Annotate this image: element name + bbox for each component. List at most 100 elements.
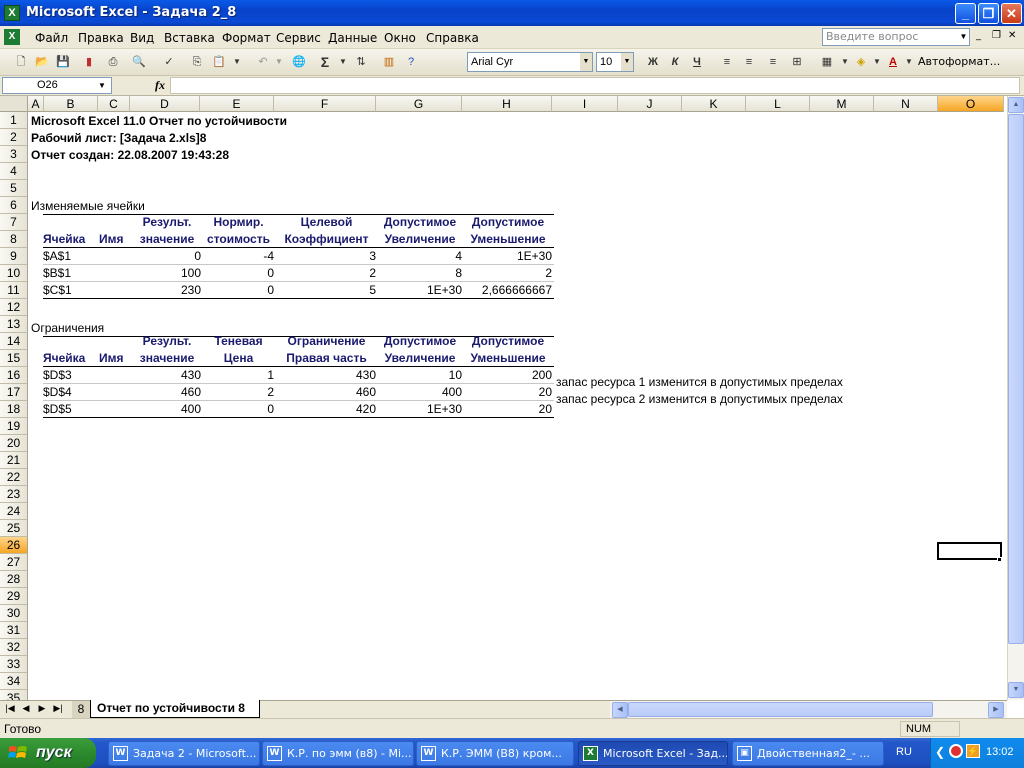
column-header-o[interactable]: O	[938, 96, 1004, 112]
scroll-up-icon[interactable]: ▲	[1008, 97, 1024, 113]
table-cell[interactable]: 0	[203, 401, 274, 418]
menu-help[interactable]: Справка	[426, 31, 479, 45]
row-header[interactable]: 25	[0, 520, 28, 537]
row-header[interactable]: 14	[0, 333, 28, 350]
table-cell[interactable]: 2	[464, 265, 552, 282]
menu-view[interactable]: Вид	[130, 31, 154, 45]
row-header[interactable]: 26	[0, 537, 28, 554]
table-cell[interactable]	[99, 384, 131, 401]
menu-data[interactable]: Данные	[328, 31, 377, 45]
row-header[interactable]: 31	[0, 622, 28, 639]
table-cell[interactable]: 420	[277, 401, 376, 418]
table-cell[interactable]: -4	[203, 248, 274, 265]
doc-minimize-icon[interactable]: _	[976, 30, 981, 41]
row-header[interactable]: 20	[0, 435, 28, 452]
table-cell[interactable]	[99, 248, 131, 265]
table-cell[interactable]	[99, 401, 131, 418]
scroll-thumb[interactable]	[1008, 114, 1024, 644]
borders-icon[interactable]: ▦	[818, 53, 836, 71]
last-sheet-icon[interactable]: ▶|	[52, 703, 64, 714]
sheet-tab[interactable]: 8	[72, 701, 90, 718]
table-cell[interactable]: $D$3	[43, 367, 97, 384]
table-cell[interactable]: 8	[378, 265, 462, 282]
table-cell[interactable]: $C$1	[43, 282, 97, 299]
row-header[interactable]: 9	[0, 248, 28, 265]
table-cell[interactable]: $B$1	[43, 265, 97, 282]
scroll-left-icon[interactable]: ◀	[612, 702, 628, 718]
column-header-m[interactable]: M	[810, 96, 874, 112]
workbook-icon[interactable]: X	[4, 29, 20, 45]
chevron-down-icon[interactable]: ▼	[958, 29, 969, 45]
table-cell[interactable]: 0	[133, 248, 201, 265]
table-cell[interactable]: 2	[203, 384, 274, 401]
menu-window[interactable]: Окно	[384, 31, 416, 45]
print-preview-icon[interactable]: 🔍	[130, 53, 148, 71]
menu-insert[interactable]: Вставка	[164, 31, 215, 45]
row-header[interactable]: 7	[0, 214, 28, 231]
table-cell[interactable]: 430	[277, 367, 376, 384]
row-header[interactable]: 28	[0, 571, 28, 588]
row-header[interactable]: 6	[0, 197, 28, 214]
row-header[interactable]: 19	[0, 418, 28, 435]
align-left-icon[interactable]: ≡	[718, 53, 736, 71]
table-cell[interactable]: 200	[464, 367, 552, 384]
spreadsheet-grid[interactable]: ABCDEFGHIJKLMNO 1 2 3 4 5 6 7 8 9 10 11 12 13 14 15 16 1…	[0, 96, 1024, 700]
row-header[interactable]: 30	[0, 605, 28, 622]
row-header[interactable]: 1	[0, 112, 28, 129]
spelling-icon[interactable]: ✓	[160, 53, 178, 71]
row-header[interactable]: 11	[0, 282, 28, 299]
column-header-i[interactable]: I	[552, 96, 618, 112]
permission-icon[interactable]: ▮	[80, 53, 98, 71]
start-button[interactable]: пуск	[0, 738, 96, 768]
font-color-dropdown-icon[interactable]: ▼	[900, 53, 918, 71]
column-header-d[interactable]: D	[130, 96, 200, 112]
table-cell[interactable]: 1E+30	[378, 282, 462, 299]
copy-icon[interactable]: ⎘	[188, 53, 206, 71]
row-header[interactable]: 8	[0, 231, 28, 248]
table-cell[interactable]: 3	[277, 248, 376, 265]
table-cell[interactable]	[99, 367, 131, 384]
table-cell[interactable]: $A$1	[43, 248, 97, 265]
save-icon[interactable]: 💾	[54, 53, 72, 71]
table-cell[interactable]: $D$5	[43, 401, 97, 418]
menu-edit[interactable]: Правка	[78, 31, 124, 45]
row-header[interactable]: 23	[0, 486, 28, 503]
column-header-f[interactable]: F	[274, 96, 376, 112]
font-size-select[interactable]: 10 ▼	[596, 52, 634, 72]
sheet-tab-active[interactable]: Отчет по устойчивости 8	[90, 700, 260, 718]
column-header-h[interactable]: H	[462, 96, 552, 112]
hyperlink-icon[interactable]: 🌐	[290, 53, 308, 71]
table-cell[interactable]: $D$4	[43, 384, 97, 401]
taskbar-item[interactable]: ▣ Двойственная2_- ...	[732, 741, 884, 766]
column-header-l[interactable]: L	[746, 96, 810, 112]
row-header[interactable]: 13	[0, 316, 28, 333]
table-cell[interactable]: 5	[277, 282, 376, 299]
align-right-icon[interactable]: ≡	[764, 53, 782, 71]
row-header[interactable]: 35	[0, 690, 28, 700]
autoformat-button[interactable]: Автоформат...	[918, 55, 1000, 68]
chevron-down-icon[interactable]: ▼	[580, 53, 592, 71]
restore-button[interactable]: ❐	[978, 3, 999, 24]
table-cell[interactable]	[99, 265, 131, 282]
row-header[interactable]: 12	[0, 299, 28, 316]
taskbar-item[interactable]: W Задача 2 - Microsoft...	[108, 741, 260, 766]
table-cell[interactable]: 4	[378, 248, 462, 265]
row-header[interactable]: 33	[0, 656, 28, 673]
active-cell[interactable]	[937, 542, 1002, 560]
name-box[interactable]: O26	[2, 77, 112, 94]
column-header-e[interactable]: E	[200, 96, 274, 112]
minimize-button[interactable]: _	[955, 3, 976, 24]
underline-button[interactable]: Ч	[688, 53, 706, 71]
select-all-corner[interactable]	[0, 96, 28, 112]
scroll-thumb[interactable]	[628, 702, 933, 717]
table-cell[interactable]: 400	[133, 401, 201, 418]
column-header-b[interactable]: B	[44, 96, 98, 112]
scroll-right-icon[interactable]: ▶	[988, 702, 1004, 718]
table-cell[interactable]: 460	[133, 384, 201, 401]
italic-button[interactable]: К	[666, 53, 684, 71]
row-header[interactable]: 18	[0, 401, 28, 418]
table-cell[interactable]: 2	[277, 265, 376, 282]
tray-security-icon[interactable]: ⚡	[966, 744, 980, 758]
table-cell[interactable]	[99, 282, 131, 299]
prev-sheet-icon[interactable]: ◀	[20, 703, 32, 714]
